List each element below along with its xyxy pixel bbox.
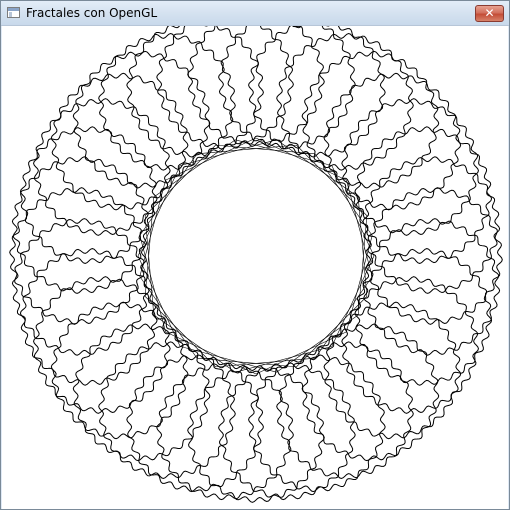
fractal-circle [323,301,462,440]
fractal-circle [362,156,501,294]
fractal-chord [180,346,277,373]
fractal-chord [137,165,181,257]
app-window: Fractales con OpenGL ✕ [0,0,510,510]
window-title: Fractales con OpenGL [26,6,158,20]
fractal-circle [126,26,264,158]
fractal-chord [357,196,368,297]
fractal-chord [346,235,373,332]
fractal-chord [296,296,368,368]
fractal-chord [144,296,216,368]
fractal-drawing [9,26,503,503]
fractal-circle [156,26,294,150]
fractal-circle [301,50,440,189]
fractal-chord [139,235,166,332]
close-icon: ✕ [484,6,495,20]
fractal-circle [50,72,189,211]
fractal-chord [255,137,347,181]
fractal-chord [346,180,373,277]
fractal-chord [215,357,316,368]
fractal-chord [331,255,375,347]
fractal-chord [196,144,297,155]
fractal-chord [180,139,277,166]
fractal-circle [72,323,211,462]
fractal-chord [235,346,332,373]
window-app-icon[interactable] [7,7,20,18]
fractal-chord [296,144,368,216]
fractal-chord [235,139,332,166]
fractal-circle [218,362,356,501]
fractal-chord [144,144,216,216]
title-bar[interactable]: Fractales con OpenGL ✕ [1,1,509,26]
close-button[interactable]: ✕ [475,5,504,22]
fractal-chord [144,215,155,316]
fractal-circle [11,218,150,356]
fractal-chord [165,331,257,375]
fractal-chord [139,180,166,277]
opengl-canvas[interactable] [2,26,508,509]
